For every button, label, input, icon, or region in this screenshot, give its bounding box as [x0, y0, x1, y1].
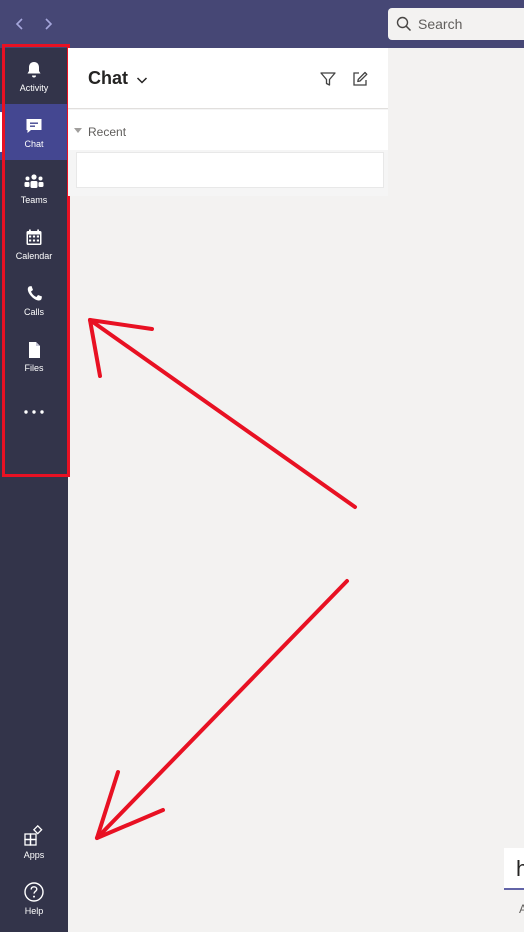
- rail-item-teams[interactable]: Teams: [0, 160, 68, 216]
- rail-item-calendar[interactable]: Calendar: [0, 216, 68, 272]
- help-icon: [24, 881, 44, 902]
- chevron-right-icon: [45, 18, 53, 30]
- chat-list-pane: Chat Recent: [68, 48, 388, 196]
- rail-item-chat[interactable]: Chat: [0, 104, 68, 160]
- more-apps-button[interactable]: [0, 384, 68, 440]
- file-icon: [29, 341, 40, 358]
- annotation-arrow-up: [88, 318, 357, 509]
- search-input[interactable]: [412, 16, 518, 32]
- chevron-left-icon: [15, 18, 23, 30]
- title-bar: [0, 0, 524, 48]
- rail-item-label: Calls: [23, 306, 44, 317]
- search-box[interactable]: [388, 8, 524, 40]
- chat-title-dropdown[interactable]: [136, 72, 148, 90]
- bell-icon: [27, 61, 41, 77]
- compose-icon: [353, 71, 368, 86]
- filter-button[interactable]: [317, 68, 339, 90]
- calendar-icon: [26, 229, 42, 245]
- rail-item-files[interactable]: Files: [0, 328, 68, 384]
- phone-icon: [27, 285, 42, 301]
- rail-item-activity[interactable]: Activity: [0, 48, 68, 104]
- new-chat-button[interactable]: [349, 68, 371, 90]
- app-bar: Activity Chat Teams Calendar Calls Files…: [0, 48, 68, 932]
- annotation-arrow-down: [95, 579, 349, 840]
- apps-icon: [24, 824, 43, 846]
- rail-item-label: Activity: [19, 82, 49, 93]
- chat-list-title: Chat: [88, 68, 128, 88]
- more-icon: [24, 410, 44, 414]
- rail-item-calls[interactable]: Calls: [0, 272, 68, 328]
- partial-text: A: [519, 902, 524, 916]
- teams-icon: [24, 173, 44, 188]
- rail-item-apps[interactable]: Apps: [0, 814, 68, 870]
- rail-item-label: Apps: [23, 849, 45, 860]
- partial-input-text: h: [516, 856, 524, 882]
- caret-down-icon: [74, 128, 82, 133]
- chat-icon: [26, 118, 42, 133]
- forward-button[interactable]: [38, 14, 58, 34]
- recent-section-label: Recent: [88, 125, 127, 139]
- back-button[interactable]: [10, 14, 30, 34]
- search-icon: [396, 16, 412, 32]
- chat-list-item[interactable]: [76, 152, 384, 188]
- filter-icon: [320, 72, 336, 86]
- chevron-down-icon: [136, 77, 148, 84]
- chat-list-header: Chat: [68, 48, 388, 109]
- rail-item-label: Teams: [20, 194, 48, 205]
- rail-item-label: Files: [24, 362, 44, 373]
- rail-item-help[interactable]: Help: [0, 870, 68, 926]
- rail-item-label: Calendar: [15, 250, 53, 261]
- partial-input-box[interactable]: h: [504, 848, 524, 890]
- recent-section-header[interactable]: Recent: [68, 110, 388, 150]
- rail-item-label: Chat: [24, 138, 44, 149]
- rail-item-label: Help: [24, 905, 44, 916]
